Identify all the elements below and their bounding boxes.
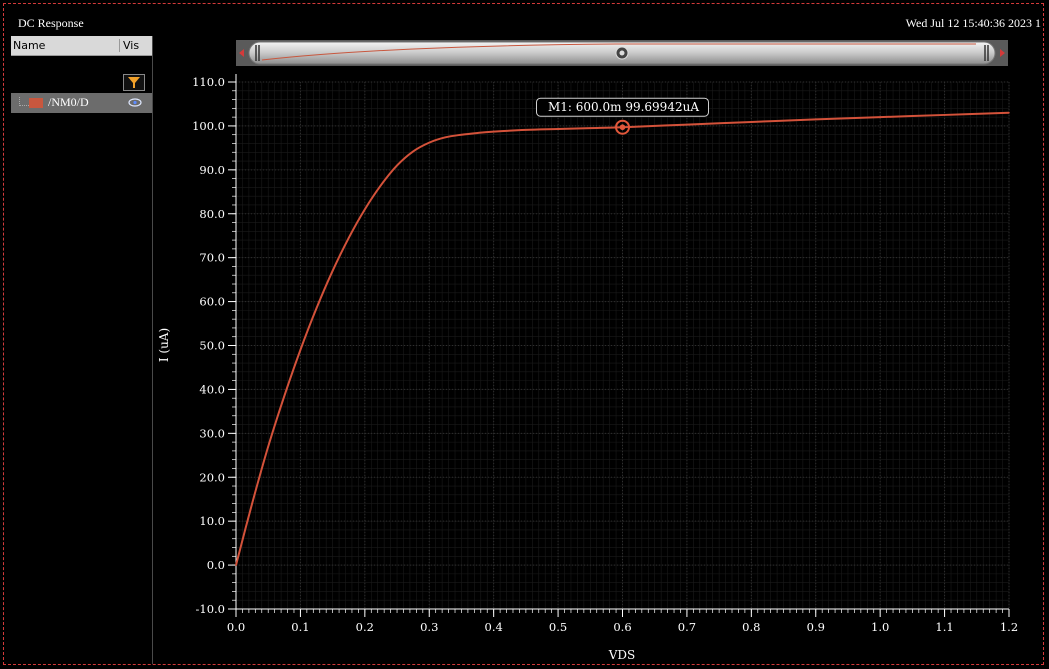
series-point [299, 349, 302, 351]
y-axis-label: I (uA) [157, 328, 171, 362]
y-tick-label: 20.0 [199, 470, 225, 484]
series-point [589, 127, 592, 129]
y-tick-label: 40.0 [199, 382, 225, 396]
marker-label: M1: 600.0m 99.69942uA [548, 100, 699, 114]
series-point [750, 121, 753, 123]
x-tick-label: 0.4 [485, 620, 503, 634]
series-point [364, 208, 366, 211]
series-point [557, 128, 559, 130]
series-point [476, 132, 479, 134]
series-point [331, 270, 334, 272]
series-point [460, 133, 463, 136]
series-point [814, 118, 817, 121]
series-point [428, 141, 431, 144]
axis-ticks [228, 81, 1010, 617]
x-tick-label: 0.1 [291, 620, 309, 634]
y-tick-label: 80.0 [199, 207, 225, 221]
marker-point-dot [619, 124, 626, 131]
x-tick-label: 1.0 [871, 620, 889, 634]
series-point [235, 564, 237, 566]
x-axis-label: VDS [608, 648, 636, 662]
series-point [686, 123, 688, 126]
series-point [444, 136, 447, 139]
x-tick-label: 0.7 [678, 620, 696, 634]
x-tick-label: 1.2 [1000, 620, 1018, 634]
series-point [396, 164, 398, 167]
y-tick-label: 0.0 [207, 558, 225, 572]
series-point [380, 184, 382, 187]
dc-response-plot[interactable]: 0.0 0.1 0.2 0.3 0.4 0.5 0.6 0.7 0.8 0.9 1.0 1.1 1.2 -… [0, 0, 1049, 669]
x-tick-label: 0.3 [420, 620, 438, 634]
x-tick-label: 0.6 [613, 620, 631, 634]
x-tick-label: 0.5 [549, 620, 567, 634]
series-point [347, 237, 350, 239]
x-tick-label: 0.0 [227, 620, 245, 634]
series-point [525, 129, 527, 131]
y-tick-label: 110.0 [192, 75, 225, 89]
series-point [492, 130, 495, 133]
series-point [283, 395, 286, 397]
series-point [267, 445, 270, 448]
y-tick-label: 90.0 [199, 163, 225, 177]
y-tick-label: 50.0 [199, 339, 225, 353]
y-tick-label: 60.0 [199, 295, 225, 309]
x-tick-label: 1.1 [935, 620, 953, 634]
y-tick-label: 10.0 [199, 514, 225, 528]
y-tick-label: 100.0 [192, 119, 225, 133]
series-point [251, 502, 253, 505]
series-point [315, 307, 318, 309]
y-tick-label: 70.0 [199, 251, 225, 265]
series-point [412, 150, 414, 153]
series-point [943, 114, 946, 116]
y-tick-label: 30.0 [199, 426, 225, 440]
series-point [1008, 111, 1010, 114]
x-tick-label: 0.9 [807, 620, 825, 634]
series-point [879, 116, 881, 118]
x-tick-label: 0.8 [742, 620, 760, 634]
y-tick-label: -10.0 [196, 602, 226, 616]
x-tick-label: 0.2 [356, 620, 374, 634]
